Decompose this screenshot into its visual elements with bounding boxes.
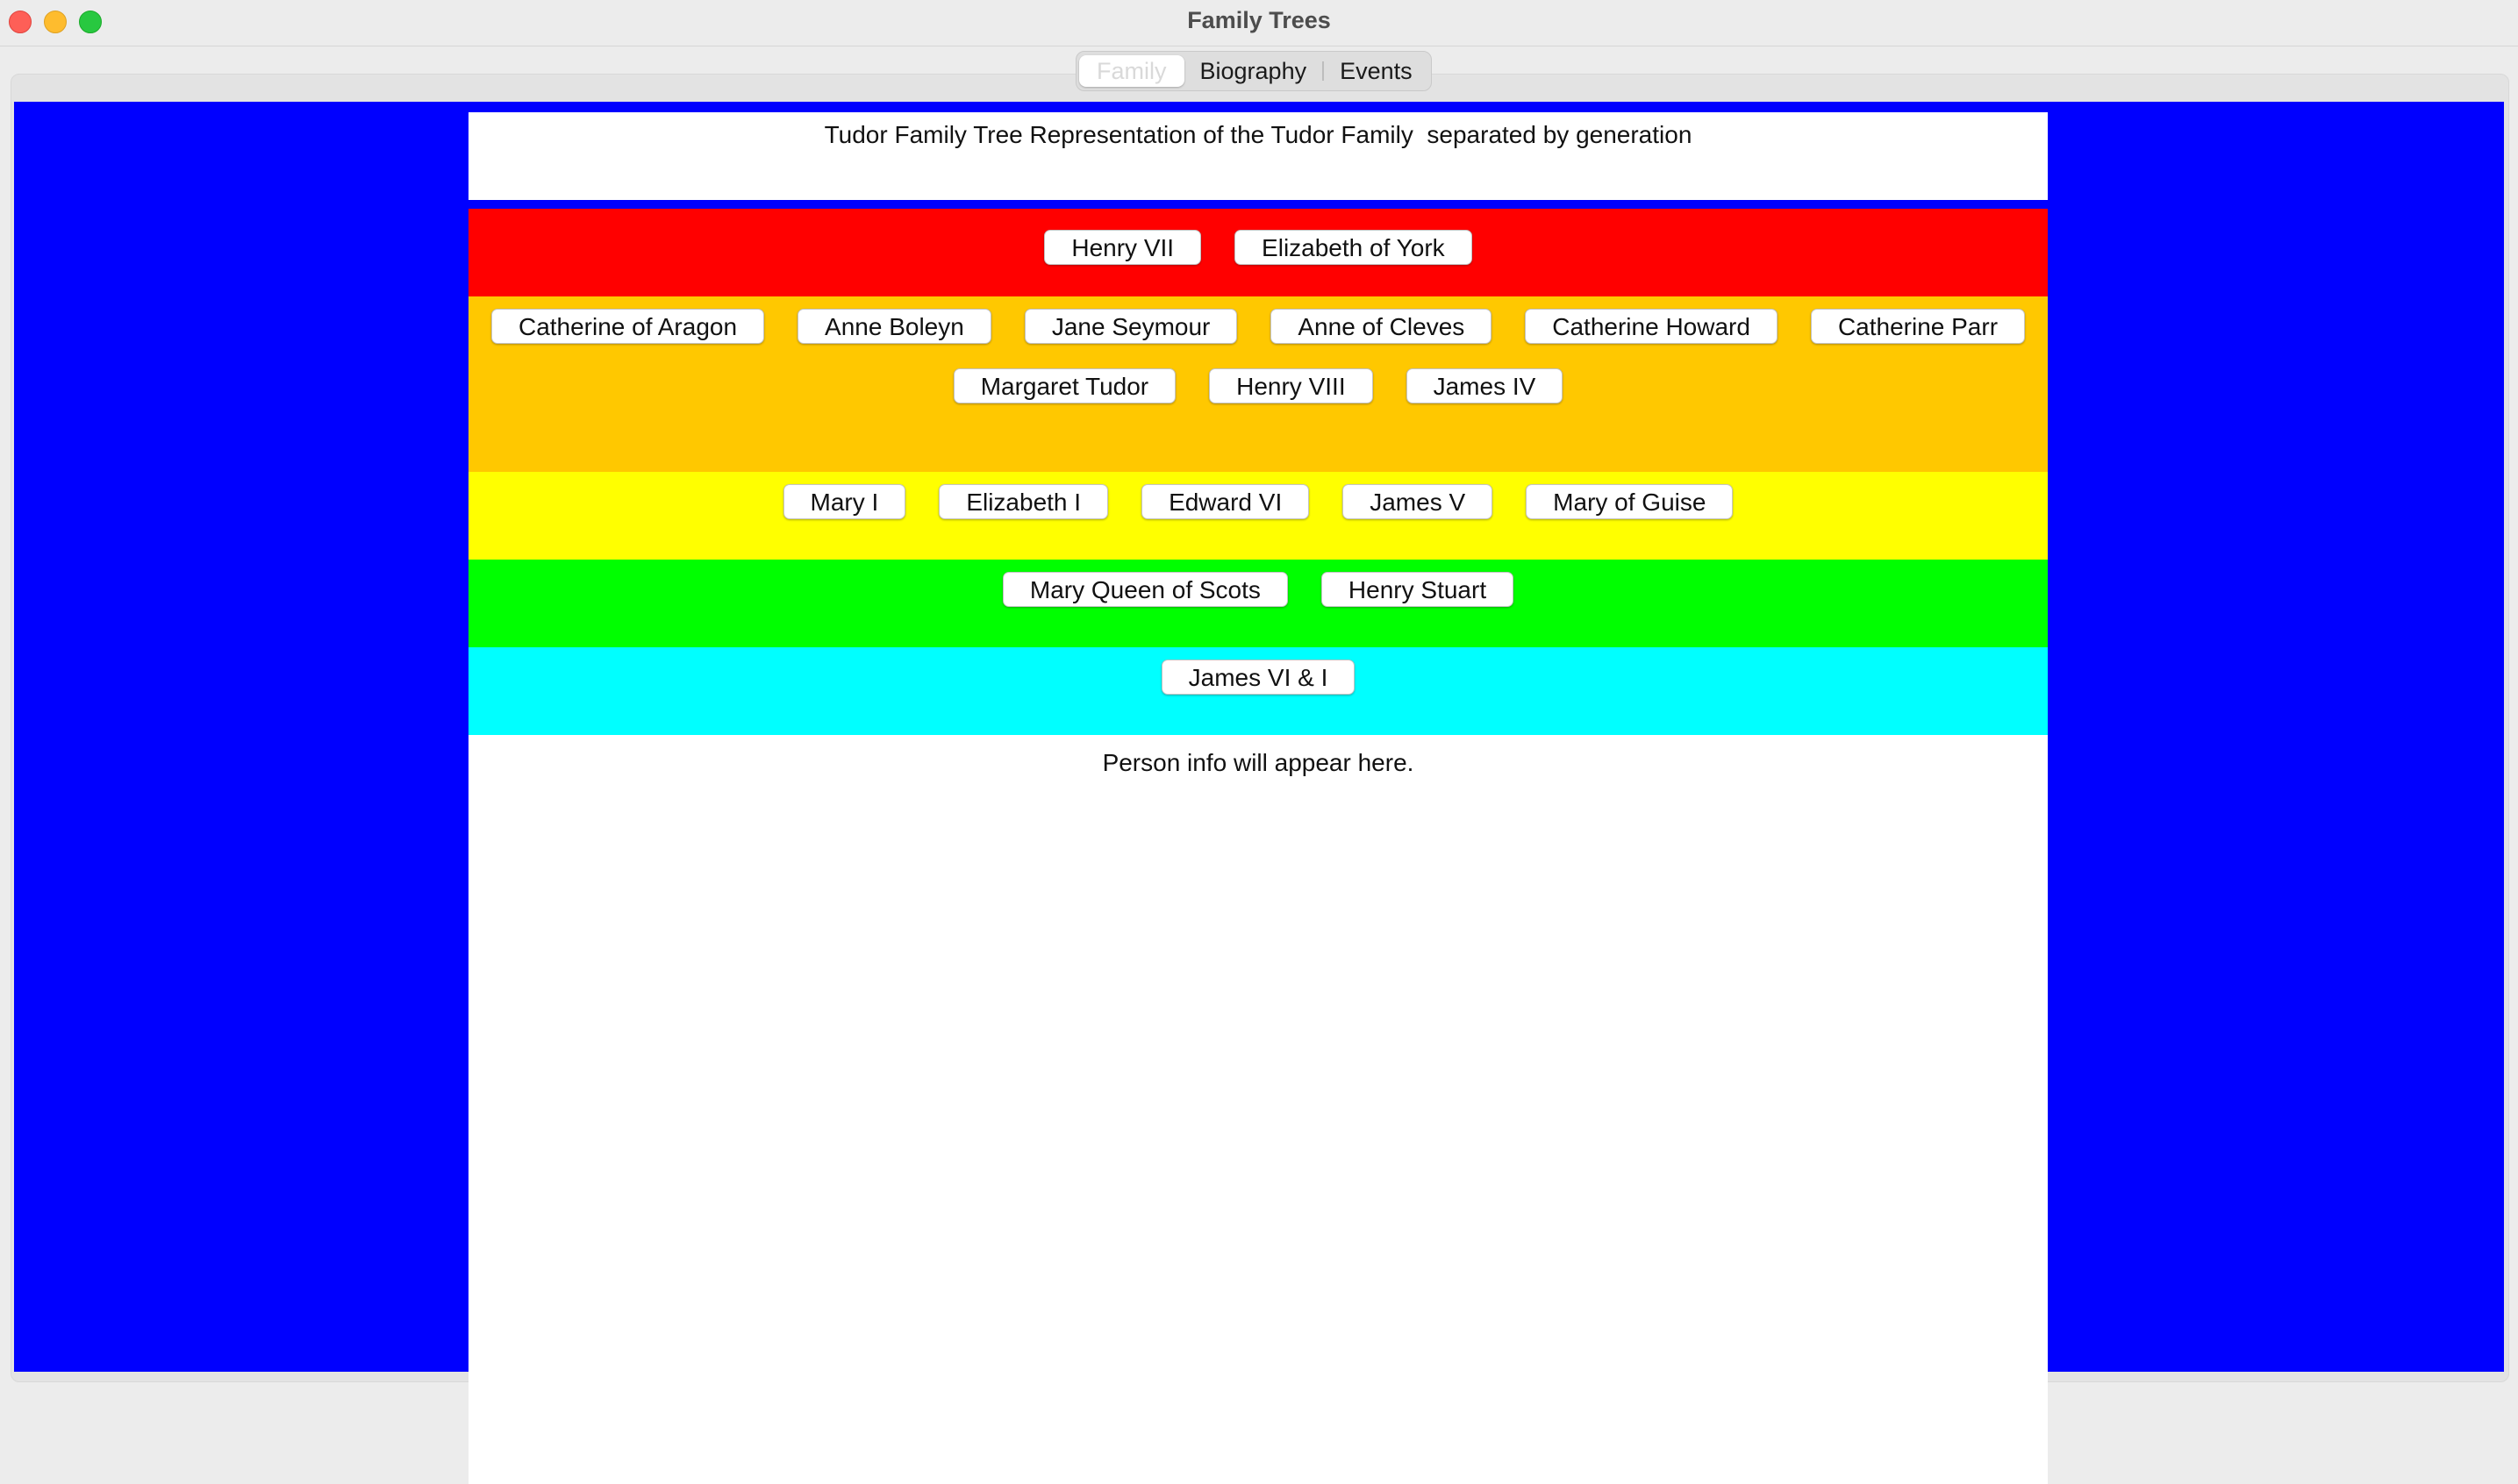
person-button-james-iv[interactable]: James IV	[1406, 368, 1563, 403]
person-info-text: Person info will appear here.	[1102, 749, 1414, 776]
person-button-henry-stuart[interactable]: Henry Stuart	[1320, 572, 1514, 607]
person-button-elizabeth-of-york[interactable]: Elizabeth of York	[1234, 230, 1472, 265]
person-button-anne-of-cleves[interactable]: Anne of Cleves	[1270, 309, 1492, 344]
tree-header: Tudor Family Tree Representation of the …	[469, 112, 2048, 200]
person-button-henry-vii[interactable]: Henry VII	[1044, 230, 1202, 265]
person-button-elizabeth-i[interactable]: Elizabeth I	[939, 484, 1109, 519]
generation-5-row: James VI & I	[469, 647, 2048, 735]
generation-3-buttons: Mary I Elizabeth I Edward VI James V Mar…	[469, 484, 2048, 519]
generation-2-row: Catherine of Aragon Anne Boleyn Jane Sey…	[469, 296, 2048, 472]
app-window: Family Trees Family Biography Events Tud…	[0, 0, 2518, 1484]
title-bar: Family Trees	[0, 0, 2518, 46]
generation-2-buttons-line-1: Catherine of Aragon Anne Boleyn Jane Sey…	[469, 309, 2048, 344]
person-info-panel: Person info will appear here.	[469, 735, 2048, 1484]
tree-header-text: Tudor Family Tree Representation of the …	[824, 121, 1692, 148]
generation-4-row: Mary Queen of Scots Henry Stuart	[469, 560, 2048, 647]
person-button-henry-viii[interactable]: Henry VIII	[1209, 368, 1373, 403]
tab-family[interactable]: Family	[1079, 55, 1184, 87]
generation-1-buttons: Henry VII Elizabeth of York	[469, 230, 2048, 265]
person-button-mary-of-guise[interactable]: Mary of Guise	[1526, 484, 1734, 519]
tab-events[interactable]: Events	[1324, 55, 1428, 87]
person-button-catherine-howard[interactable]: Catherine Howard	[1525, 309, 1778, 344]
window-title: Family Trees	[1187, 7, 1331, 33]
person-button-edward-vi[interactable]: Edward VI	[1141, 484, 1310, 519]
tab-bar: Family Biography Events	[1076, 51, 1432, 91]
generation-3-row: Mary I Elizabeth I Edward VI James V Mar…	[469, 472, 2048, 560]
person-button-james-v[interactable]: James V	[1342, 484, 1493, 519]
person-button-catherine-parr[interactable]: Catherine Parr	[1810, 309, 2026, 344]
generation-4-buttons: Mary Queen of Scots Henry Stuart	[469, 572, 2048, 607]
tab-biography[interactable]: Biography	[1184, 55, 1323, 87]
person-button-james-vi-and-i[interactable]: James VI & I	[1161, 660, 1356, 695]
person-button-jane-seymour[interactable]: Jane Seymour	[1024, 309, 1238, 344]
generation-2-buttons-line-2: Margaret Tudor Henry VIII James IV	[469, 368, 2048, 403]
person-button-catherine-of-aragon[interactable]: Catherine of Aragon	[490, 309, 765, 344]
person-button-mary-queen-of-scots[interactable]: Mary Queen of Scots	[1002, 572, 1288, 607]
generation-1-row: Henry VII Elizabeth of York	[469, 209, 2048, 296]
person-button-anne-boleyn[interactable]: Anne Boleyn	[798, 309, 991, 344]
person-button-mary-i[interactable]: Mary I	[783, 484, 906, 519]
generation-5-buttons: James VI & I	[469, 660, 2048, 695]
person-button-margaret-tudor[interactable]: Margaret Tudor	[953, 368, 1177, 403]
